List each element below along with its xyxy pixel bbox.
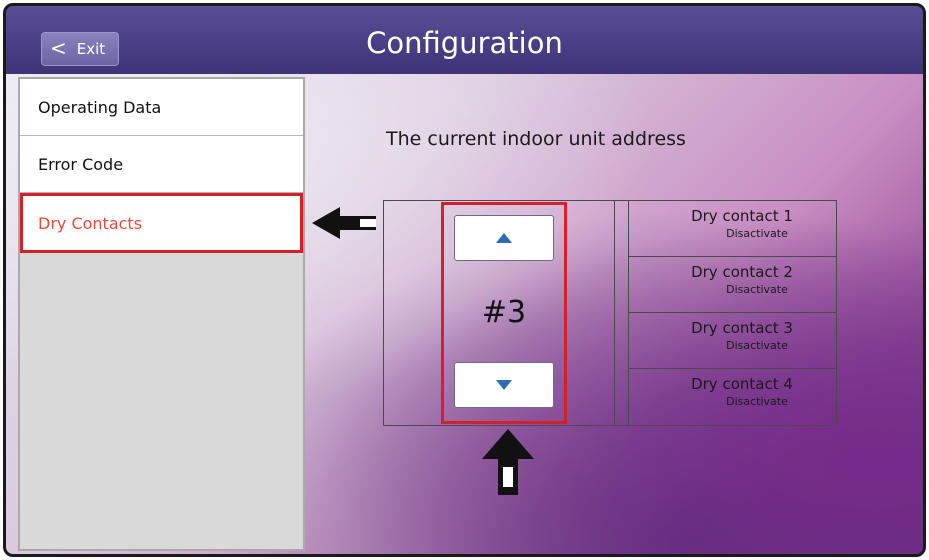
address-selector: #3 xyxy=(441,202,567,424)
sidebar-item-label: Error Code xyxy=(38,154,124,174)
arrow-up-icon xyxy=(482,429,534,495)
content-area: Operating Data Error Code Dry Contacts T… xyxy=(6,74,923,554)
sidebar-item-error-code[interactable]: Error Code xyxy=(20,136,303,193)
address-value: #3 xyxy=(481,295,527,330)
address-up-button[interactable] xyxy=(454,215,554,261)
address-heading: The current indoor unit address xyxy=(386,128,686,150)
divider xyxy=(614,201,615,425)
dry-contact-name: Dry contact 3 xyxy=(691,319,793,337)
sidebar-item-label: Operating Data xyxy=(38,97,162,117)
dry-contact-name: Dry contact 1 xyxy=(691,207,793,225)
dry-contact-row: Dry contact 2 Disactivate xyxy=(628,257,836,313)
sidebar: Operating Data Error Code Dry Contacts xyxy=(18,77,305,551)
dry-contact-status: Disactivate xyxy=(726,283,788,296)
dry-contact-row: Dry contact 1 Disactivate xyxy=(628,201,836,257)
sidebar-item-dry-contacts[interactable]: Dry Contacts xyxy=(20,193,303,253)
dry-contact-status: Disactivate xyxy=(726,339,788,352)
dry-contact-name: Dry contact 2 xyxy=(691,263,793,281)
address-panel: #3 Dry contact 1 Disactivate Dry contact… xyxy=(383,200,837,426)
device-screen: < Exit Configuration Operating Data Erro… xyxy=(3,3,926,557)
dry-contact-status: Disactivate xyxy=(726,395,788,408)
address-down-button[interactable] xyxy=(454,362,554,408)
page-title: Configuration xyxy=(366,26,563,60)
dry-contact-row: Dry contact 3 Disactivate xyxy=(628,313,836,369)
triangle-down-icon xyxy=(496,380,512,390)
dry-contact-row: Dry contact 4 Disactivate xyxy=(628,369,836,425)
sidebar-item-operating-data[interactable]: Operating Data xyxy=(20,79,303,136)
triangle-up-icon xyxy=(496,233,512,243)
dry-contact-name: Dry contact 4 xyxy=(691,375,793,393)
arrow-left-icon xyxy=(312,207,376,239)
sidebar-item-label: Dry Contacts xyxy=(38,213,143,233)
dry-contact-status: Disactivate xyxy=(726,227,788,240)
title-bar: < Exit Configuration xyxy=(6,6,923,74)
